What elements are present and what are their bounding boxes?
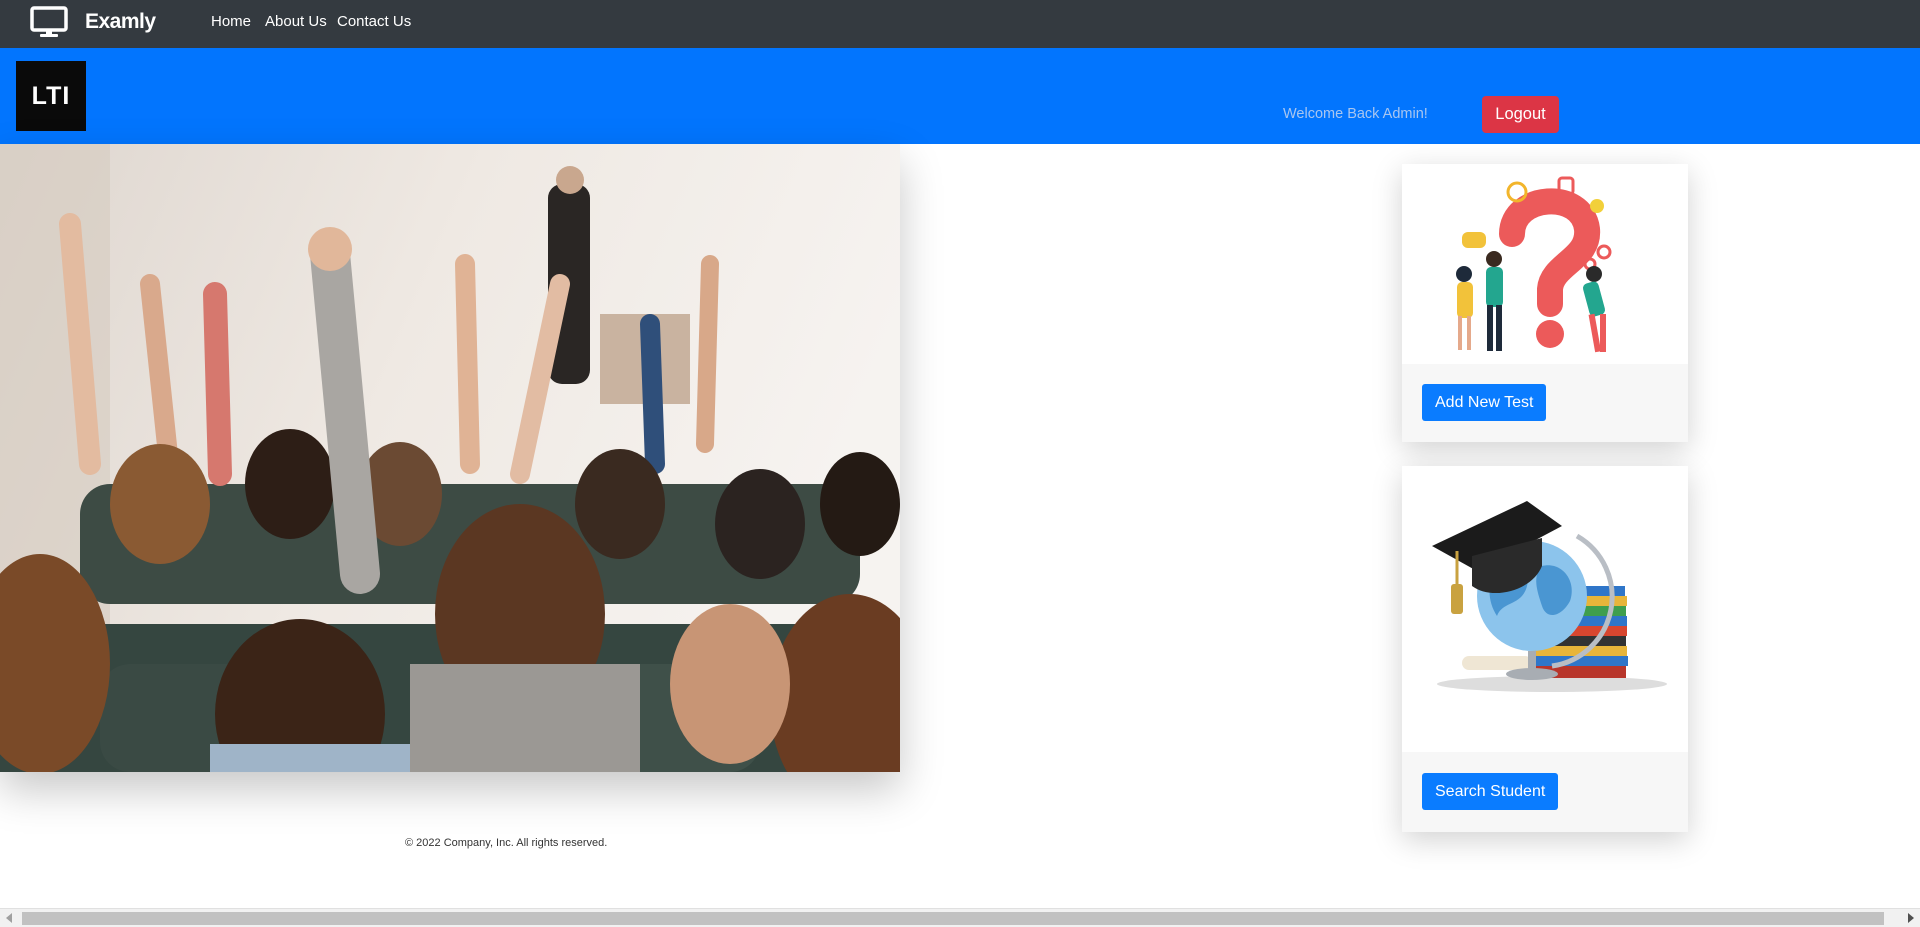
card-image <box>1402 466 1688 752</box>
copyright-text: © 2022 Company, Inc. All rights reserved… <box>405 837 608 849</box>
globe-graduation-illustration <box>1432 501 1667 692</box>
header-bar: LTI Welcome Back Admin! Logout <box>0 48 1920 144</box>
horizontal-scrollbar[interactable] <box>0 908 1920 927</box>
search-student-button[interactable]: Search Student <box>1422 773 1559 810</box>
nav-link-contact-us[interactable]: Contact Us <box>337 13 411 30</box>
add-new-test-button[interactable]: Add New Test <box>1422 384 1547 421</box>
question-mark-illustration <box>1456 176 1612 353</box>
nav-link-home[interactable]: Home <box>211 13 251 30</box>
add-test-card: Add New Test <box>1402 164 1688 442</box>
hero-image <box>0 144 900 772</box>
search-student-card: Search Student <box>1402 466 1688 832</box>
nav-link-about-us[interactable]: About Us <box>265 13 327 30</box>
card-image <box>1402 164 1688 364</box>
scroll-left-arrow-icon[interactable] <box>6 913 12 923</box>
monitor-icon <box>30 6 68 37</box>
lti-logo: LTI <box>16 61 86 131</box>
logout-button[interactable]: Logout <box>1482 96 1559 133</box>
top-navbar: Examly Home About Us Contact Us <box>0 0 1920 48</box>
scroll-right-arrow-icon[interactable] <box>1908 913 1914 923</box>
scrollbar-thumb[interactable] <box>22 912 1884 925</box>
brand-name[interactable]: Examly <box>85 10 156 34</box>
students-classroom-photo <box>0 144 900 772</box>
welcome-message: Welcome Back Admin! <box>1283 106 1428 122</box>
